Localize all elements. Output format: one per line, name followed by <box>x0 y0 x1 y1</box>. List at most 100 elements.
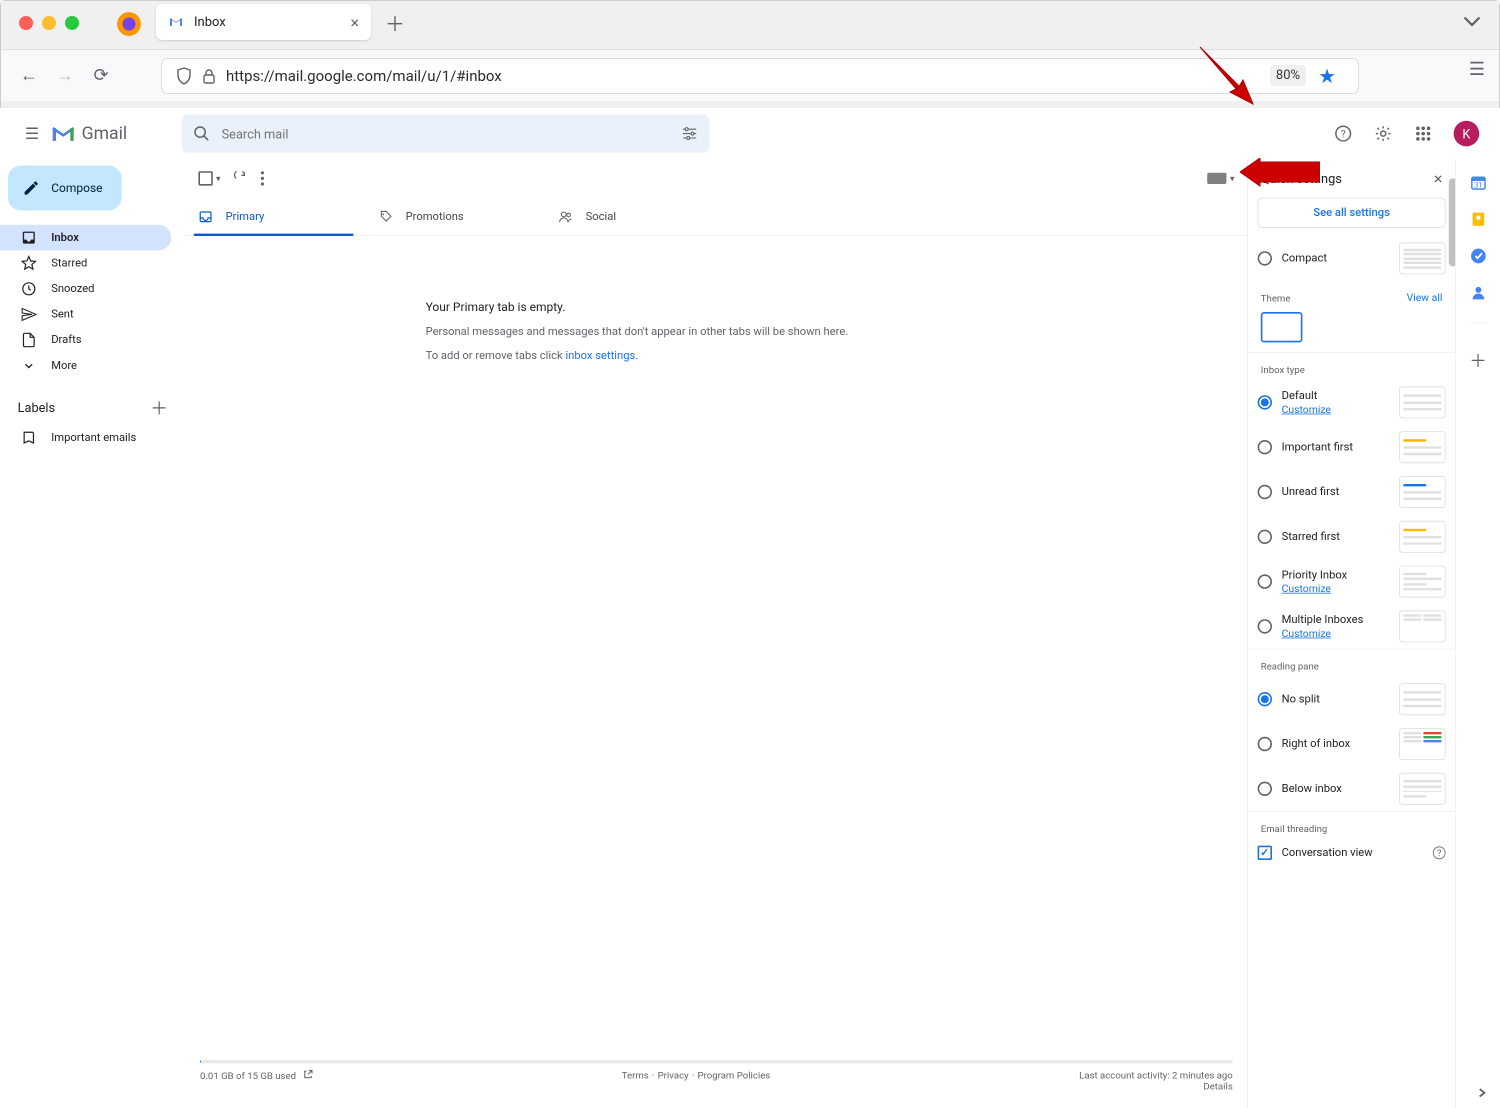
customize-link[interactable]: Customize <box>1282 628 1390 640</box>
search-bar[interactable] <box>182 114 710 152</box>
empty-line1: Personal messages and messages that don'… <box>426 326 1216 339</box>
inbox-type-unread-first[interactable]: Unread first <box>1248 470 1455 515</box>
inbox-settings-link[interactable]: inbox settings <box>565 350 635 363</box>
caret-down-icon: ▾ <box>216 173 220 183</box>
window-close[interactable] <box>19 16 33 30</box>
conversation-view-toggle[interactable]: Conversation view ? <box>1248 839 1455 866</box>
search-input[interactable] <box>222 126 681 141</box>
svg-text:31: 31 <box>1474 181 1482 190</box>
search-options-icon[interactable] <box>681 125 699 143</box>
shield-icon[interactable] <box>176 67 192 85</box>
window-controls <box>19 16 79 30</box>
more-icon[interactable] <box>260 171 263 185</box>
tab-primary[interactable]: Primary <box>186 198 366 236</box>
close-qs-icon[interactable]: × <box>1434 169 1443 188</box>
checkbox-icon[interactable] <box>1258 846 1272 860</box>
nav-starred[interactable]: Starred <box>0 250 171 276</box>
tabs-dropdown-icon[interactable] <box>1463 15 1481 29</box>
details-link[interactable]: Details <box>1203 1081 1232 1092</box>
browser-menu-icon[interactable]: ☰ <box>1469 59 1485 80</box>
select-checkbox[interactable] <box>198 171 212 185</box>
radio-icon[interactable] <box>1258 251 1272 265</box>
inbox-tab-icon <box>198 209 212 223</box>
nav-more[interactable]: More <box>0 353 171 379</box>
footer: 0.01 GB of 15 GB used Terms · Privacy · … <box>186 1052 1248 1108</box>
radio-icon[interactable] <box>1258 440 1272 454</box>
add-addon-icon[interactable]: ＋ <box>1469 347 1487 373</box>
bookmark-star-icon[interactable]: ★ <box>1318 64 1336 88</box>
customize-link[interactable]: Customize <box>1282 583 1390 595</box>
close-tab-icon[interactable]: × <box>350 13 359 32</box>
address-bar[interactable]: https://mail.google.com/mail/u/1/#inbox … <box>161 58 1359 94</box>
keep-icon[interactable] <box>1469 210 1487 228</box>
external-link-icon[interactable] <box>303 1070 313 1080</box>
zoom-level[interactable]: 80% <box>1270 65 1306 86</box>
empty-title: Your Primary tab is empty. <box>426 300 1216 314</box>
radio-icon[interactable] <box>1258 737 1272 751</box>
gmail-header: ☰ Gmail ? K <box>0 108 1500 159</box>
radio-icon[interactable] <box>1258 692 1272 706</box>
browser-chrome: Inbox × ＋ ← → ⟳ https://mail.google.com/… <box>1 1 1499 109</box>
theme-thumbnail[interactable] <box>1261 312 1303 342</box>
see-all-settings-button[interactable]: See all settings <box>1258 198 1446 228</box>
customize-link[interactable]: Customize <box>1282 404 1390 416</box>
tab-promotions[interactable]: Promotions <box>366 198 546 236</box>
nav-sent[interactable]: Sent <box>0 302 171 328</box>
side-panel: 31 ＋ <box>1455 159 1500 1108</box>
nav-snoozed[interactable]: Snoozed <box>0 276 171 302</box>
toggle-split-pane[interactable]: ▾ <box>1208 173 1235 184</box>
label-important-emails[interactable]: Important emails <box>0 425 186 451</box>
theme-view-all-link[interactable]: View all <box>1407 292 1443 304</box>
nav-back-button[interactable]: ← <box>11 58 47 94</box>
compose-button[interactable]: Compose <box>8 166 122 211</box>
reading-pane-right[interactable]: Right of inbox <box>1248 722 1455 767</box>
tab-social[interactable]: Social <box>546 198 726 236</box>
label-icon <box>21 430 37 446</box>
window-maximize[interactable] <box>65 16 79 30</box>
lock-icon[interactable] <box>202 68 216 84</box>
nav-drafts[interactable]: Drafts <box>0 327 171 353</box>
radio-icon[interactable] <box>1258 485 1272 499</box>
tab-title: Inbox <box>194 15 350 30</box>
new-tab-button[interactable]: ＋ <box>379 6 411 38</box>
radio-icon[interactable] <box>1258 619 1272 633</box>
privacy-link[interactable]: Privacy <box>658 1070 689 1081</box>
gmail-logo[interactable]: Gmail <box>51 124 127 144</box>
radio-icon[interactable] <box>1258 530 1272 544</box>
help-icon[interactable]: ? <box>1433 846 1446 859</box>
settings-gear-icon[interactable] <box>1367 118 1399 150</box>
contacts-icon[interactable] <box>1469 284 1487 302</box>
browser-tab-inbox[interactable]: Inbox × <box>156 4 371 40</box>
storage-text: 0.01 GB of 15 GB used <box>200 1070 296 1081</box>
url-text: https://mail.google.com/mail/u/1/#inbox <box>226 67 1270 85</box>
inbox-type-important-first[interactable]: Important first <box>1248 425 1455 470</box>
inbox-tabs: Primary Promotions Social <box>186 198 1248 236</box>
select-all-dropdown[interactable]: ▾ <box>198 171 220 185</box>
inbox-type-multiple[interactable]: Multiple InboxesCustomize <box>1248 604 1455 649</box>
tasks-icon[interactable] <box>1469 247 1487 265</box>
main-menu-icon[interactable]: ☰ <box>13 114 51 152</box>
apps-grid-icon[interactable] <box>1407 118 1439 150</box>
policies-link[interactable]: Program Policies <box>698 1070 771 1081</box>
radio-icon[interactable] <box>1258 395 1272 409</box>
inbox-type-priority[interactable]: Priority InboxCustomize <box>1248 559 1455 604</box>
nav-inbox[interactable]: Inbox <box>0 225 171 251</box>
add-label-button[interactable]: ＋ <box>150 394 168 420</box>
star-icon <box>21 255 37 271</box>
reading-pane-no-split[interactable]: No split <box>1248 677 1455 722</box>
reading-pane-below[interactable]: Below inbox <box>1248 766 1455 811</box>
terms-link[interactable]: Terms <box>622 1070 649 1081</box>
radio-icon[interactable] <box>1258 782 1272 796</box>
collapse-sidepanel-icon[interactable] <box>1476 1087 1487 1098</box>
calendar-icon[interactable]: 31 <box>1469 174 1487 192</box>
support-icon[interactable]: ? <box>1327 118 1359 150</box>
inbox-type-default[interactable]: DefaultCustomize <box>1248 380 1455 425</box>
inbox-type-starred-first[interactable]: Starred first <box>1248 514 1455 559</box>
nav-reload-button[interactable]: ⟳ <box>83 58 119 94</box>
radio-icon[interactable] <box>1258 574 1272 588</box>
refresh-icon[interactable] <box>233 171 247 185</box>
gmail-icon <box>51 125 75 143</box>
density-compact[interactable]: Compact <box>1248 236 1455 281</box>
window-minimize[interactable] <box>42 16 56 30</box>
account-avatar[interactable]: K <box>1454 121 1480 147</box>
